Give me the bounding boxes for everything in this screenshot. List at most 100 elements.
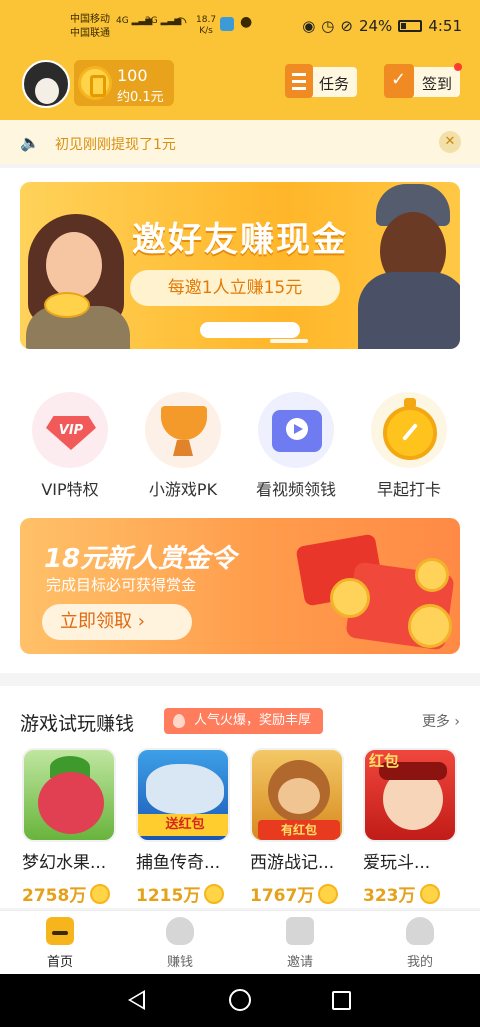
profile-icon [406, 917, 434, 945]
trophy-icon [145, 392, 221, 468]
tab-invite-label: 邀请 [286, 955, 313, 970]
game-thumbnail-fishing: 送红包 [136, 748, 230, 842]
feature-vip-label: VIP特权 [41, 480, 99, 499]
game-card[interactable]: 红包 爱玩斗... 323万 [363, 748, 459, 906]
carrier-1: 中国移动 [70, 14, 110, 25]
banner-man-body [358, 272, 460, 349]
banner-handshake [200, 322, 300, 338]
avatar[interactable] [22, 60, 70, 108]
bounty-title: 18元新人赏金令 [44, 544, 237, 574]
coin-approx-value: 约0.1元 [117, 90, 164, 105]
calendar-check-icon [384, 64, 414, 98]
vip-gem-icon: VIP [32, 392, 108, 468]
tab-earn[interactable]: 赚钱 [140, 917, 220, 970]
game-thumbnail-fruit [22, 748, 116, 842]
task-button[interactable]: 任务 [285, 64, 357, 98]
system-nav-bar [0, 974, 480, 1027]
game-name: 爱玩斗... [363, 853, 431, 873]
games-hot-tag: 人气火爆，奖励丰厚 [164, 708, 324, 734]
wifi-icon: ◠ [174, 13, 188, 31]
speed-unit: K/s [199, 26, 213, 36]
home-icon [46, 917, 74, 945]
tab-earn-label: 赚钱 [166, 955, 193, 970]
claim-now-button[interactable]: 立即领取 › [42, 604, 192, 640]
bounty-banner[interactable]: 18元新人赏金令 完成目标必可获得赏金 立即领取 › [20, 518, 460, 654]
game-name: 梦幻水果... [22, 853, 107, 873]
banner-coins-illustration [44, 292, 90, 318]
feature-vip[interactable]: VIP VIP特权 [20, 392, 120, 500]
money-bag-icon [166, 917, 194, 945]
feature-watch-video[interactable]: 看视频领钱 [246, 392, 346, 500]
feature-mini-game-pk[interactable]: 小游戏PK [133, 392, 233, 500]
speed-value: 18.7 [196, 15, 217, 25]
vip-badge: VIP [58, 423, 84, 438]
game-card[interactable]: 梦幻水果... 2758万 [22, 748, 118, 906]
game-badge: 有红包 [258, 820, 340, 840]
mute-icon: ⊘ [340, 17, 353, 35]
sign-in-button[interactable]: 签到 [384, 63, 462, 98]
home-circle-icon[interactable] [229, 989, 251, 1011]
invite-banner-subtitle: 每邀1人立赚15元 [130, 270, 340, 306]
close-icon[interactable]: ✕ [439, 131, 461, 153]
alarm-icon: ◷ [321, 17, 335, 35]
gold-coin-icon [78, 66, 112, 100]
flame-icon [173, 714, 185, 728]
game-name: 西游战记... [250, 853, 335, 873]
game-thumbnail-journey-west: 有红包 [250, 748, 344, 842]
game-reward-count: 1215万 [136, 881, 232, 906]
games-section-title: 游戏试玩赚钱 [20, 713, 135, 735]
game-card[interactable]: 送红包 捕鱼传奇... 1215万 [136, 748, 232, 906]
carrier-2: 中国联通 [70, 28, 110, 39]
game-badge: 送红包 [138, 814, 228, 836]
wechat-icon: ● [240, 14, 253, 30]
bottom-tab-bar: 首页 赚钱 邀请 我的 [0, 910, 480, 974]
reward-count: 323万 [363, 886, 416, 906]
back-icon[interactable] [128, 990, 145, 1010]
game-badge: 红包 [369, 752, 400, 770]
coin-count: 100 [117, 66, 148, 85]
game-reward-count: 1767万 [250, 881, 346, 906]
coin-icon [204, 883, 225, 904]
battery-icon [398, 20, 423, 32]
tab-home-label: 首页 [46, 955, 73, 970]
tab-profile-label: 我的 [406, 955, 433, 970]
invite-banner-title: 邀好友赚现金 [132, 220, 348, 260]
coin-balance[interactable]: 100 约0.1元 [74, 60, 174, 106]
speaker-icon: 🔈 [20, 133, 40, 152]
net-1: 4G [116, 16, 129, 26]
coin-icon [90, 883, 111, 904]
notification-dot [454, 63, 462, 71]
notice-bar: 🔈 初见刚刚提现了1元 ✕ [0, 120, 480, 164]
tab-profile[interactable]: 我的 [380, 917, 460, 970]
tab-home[interactable]: 首页 [20, 917, 100, 970]
game-name: 捕鱼传奇... [136, 853, 221, 873]
feature-early-checkin[interactable]: 早起打卡 [359, 392, 459, 500]
games-section: 游戏试玩赚钱 人气火爆，奖励丰厚 更多 › 梦幻水果... 2758万 送红包 … [0, 686, 480, 908]
reward-count: 1767万 [250, 886, 315, 906]
eye-icon: ◉ [302, 17, 316, 35]
carrier-names: 中国移动 中国联通 [70, 13, 110, 41]
video-play-icon [258, 392, 334, 468]
stopwatch-icon [371, 392, 447, 468]
avatar-face [35, 78, 59, 104]
game-card[interactable]: 有红包 西游战记... 1767万 [250, 748, 346, 906]
battery-percent: 24% [358, 17, 393, 35]
tab-invite[interactable]: 邀请 [260, 917, 340, 970]
app-notification-icon [220, 17, 234, 31]
invite-banner[interactable]: 邀好友赚现金 每邀1人立赚15元 [20, 182, 460, 349]
feature-checkin-label: 早起打卡 [376, 480, 441, 499]
reward-count: 1215万 [136, 886, 201, 906]
game-reward-count: 323万 [363, 881, 459, 906]
feature-video-label: 看视频领钱 [255, 480, 336, 499]
net-2: 3G [145, 16, 158, 26]
sign-in-label: 签到 [422, 75, 453, 93]
games-tag-text: 人气火爆，奖励丰厚 [194, 713, 312, 728]
clock: 4:51 [428, 17, 462, 35]
bounty-subtitle: 完成目标必可获得赏金 [46, 576, 197, 594]
coin-icon [419, 883, 440, 904]
status-right: ◉ ◷ ⊘ 24% 4:51 [302, 17, 462, 35]
more-link[interactable]: 更多 › [422, 711, 460, 731]
status-bar: 中国移动 中国联通 4G ▂▃▅ 3G ▂▃▅ ◠ 18.7 K/s ● ◉ ◷… [0, 0, 480, 52]
recent-apps-icon[interactable] [332, 991, 351, 1010]
coin-illustration-1 [330, 578, 370, 618]
